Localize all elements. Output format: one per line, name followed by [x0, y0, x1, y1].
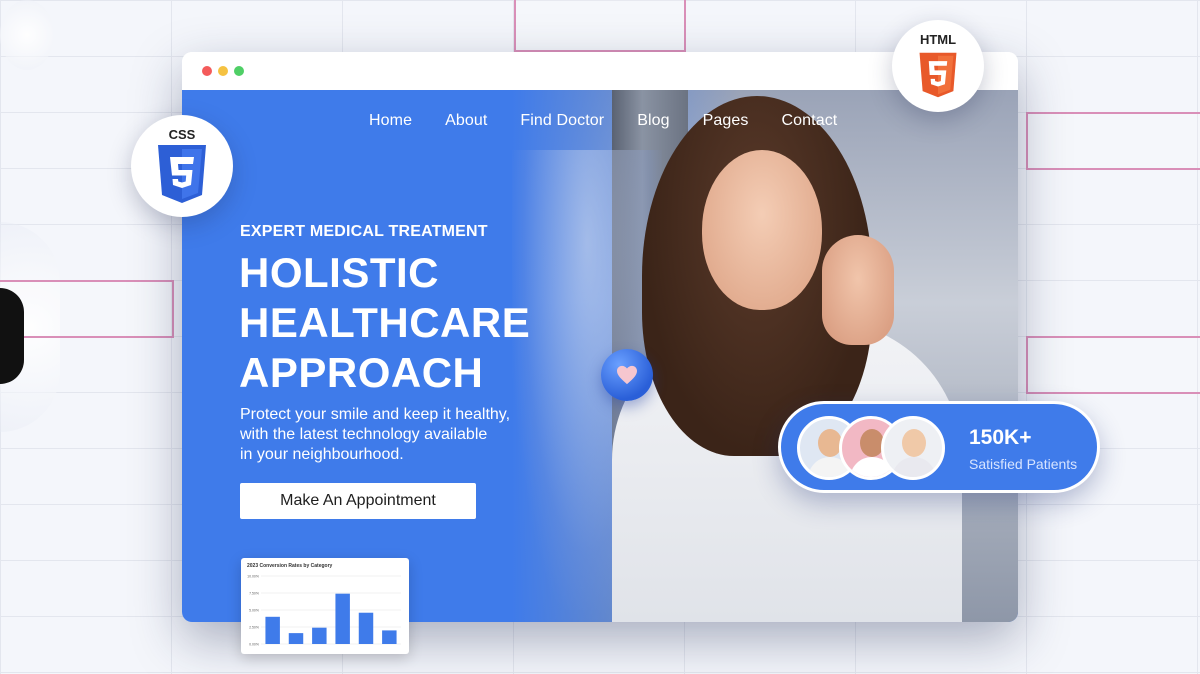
decorative-frame: [1026, 336, 1200, 394]
html-badge-label: HTML: [919, 32, 957, 47]
hero-eyebrow: EXPERT MEDICAL TREATMENT: [240, 223, 488, 240]
chart-bar: [382, 630, 397, 644]
css-badge: CSS: [131, 115, 233, 217]
chart-bar: [288, 633, 304, 644]
chart-bar: [335, 593, 350, 644]
heart-icon: [617, 365, 637, 385]
headline-line: APPROACH: [239, 349, 484, 396]
hero-subtext: Protect your smile and keep it healthy, …: [240, 405, 540, 465]
html5-shield-icon: [919, 52, 957, 98]
chart-y-tick-label: 0.00%: [249, 643, 259, 647]
chart-y-tick-label: 10.00%: [247, 575, 259, 579]
nav-home[interactable]: Home: [369, 112, 412, 130]
conversion-chart-card: 2023 Conversion Rates by Category 10.00%…: [241, 558, 409, 654]
html-badge: HTML: [892, 20, 984, 112]
decorative-frame: [514, 0, 686, 52]
decorative-mark: [0, 288, 24, 384]
make-appointment-button[interactable]: Make An Appointment: [240, 483, 476, 519]
conversion-bar-chart: 10.00% 7.50% 5.00% 2.50% 0.00%: [247, 575, 401, 647]
patients-label: Satisfied Patients: [969, 456, 1078, 472]
subtext-line: with the latest technology available: [240, 426, 488, 443]
browser-window: Home About Find Doctor Blog Pages Contac…: [182, 52, 1018, 622]
background-circle: [0, 0, 54, 70]
subtext-line: Protect your smile and keep it healthy,: [240, 406, 511, 423]
chart-bar: [358, 612, 374, 644]
decorative-frame: [0, 280, 174, 338]
satisfied-patients-card: 150K+ Satisfied Patients: [778, 401, 1100, 493]
thumbs-up-hand: [822, 235, 894, 345]
headline-line: HOLISTIC: [239, 249, 439, 296]
chart-bar: [265, 616, 280, 644]
nav-pages[interactable]: Pages: [703, 112, 749, 130]
subtext-line: in your neighbourhood.: [240, 446, 404, 463]
chart-y-tick-label: 7.50%: [249, 592, 259, 596]
nav-about[interactable]: About: [445, 112, 487, 130]
decorative-frame: [1026, 112, 1200, 170]
doctor-face: [702, 150, 822, 310]
nav-find-doctor[interactable]: Find Doctor: [520, 112, 604, 130]
minimize-window-dot[interactable]: [218, 66, 228, 76]
chart-y-tick-label: 2.50%: [249, 626, 259, 630]
website-hero: Home About Find Doctor Blog Pages Contac…: [182, 90, 1018, 622]
nav-blog[interactable]: Blog: [637, 112, 669, 130]
avatar: [881, 416, 945, 480]
patients-count: 150K+: [969, 426, 1032, 449]
maximize-window-dot[interactable]: [234, 66, 244, 76]
close-window-dot[interactable]: [202, 66, 212, 76]
headline-line: HEALTHCARE: [239, 299, 531, 346]
main-nav: Home About Find Doctor Blog Pages Contac…: [369, 112, 837, 130]
hero-headline: HOLISTIC HEALTHCARE APPROACH: [239, 248, 530, 398]
nav-contact[interactable]: Contact: [782, 112, 838, 130]
heart-bubble: [601, 349, 653, 401]
css-badge-label: CSS: [168, 127, 196, 142]
chart-y-tick-label: 5.00%: [249, 609, 259, 613]
css3-shield-icon: [158, 145, 206, 203]
chart-bar: [312, 627, 327, 644]
